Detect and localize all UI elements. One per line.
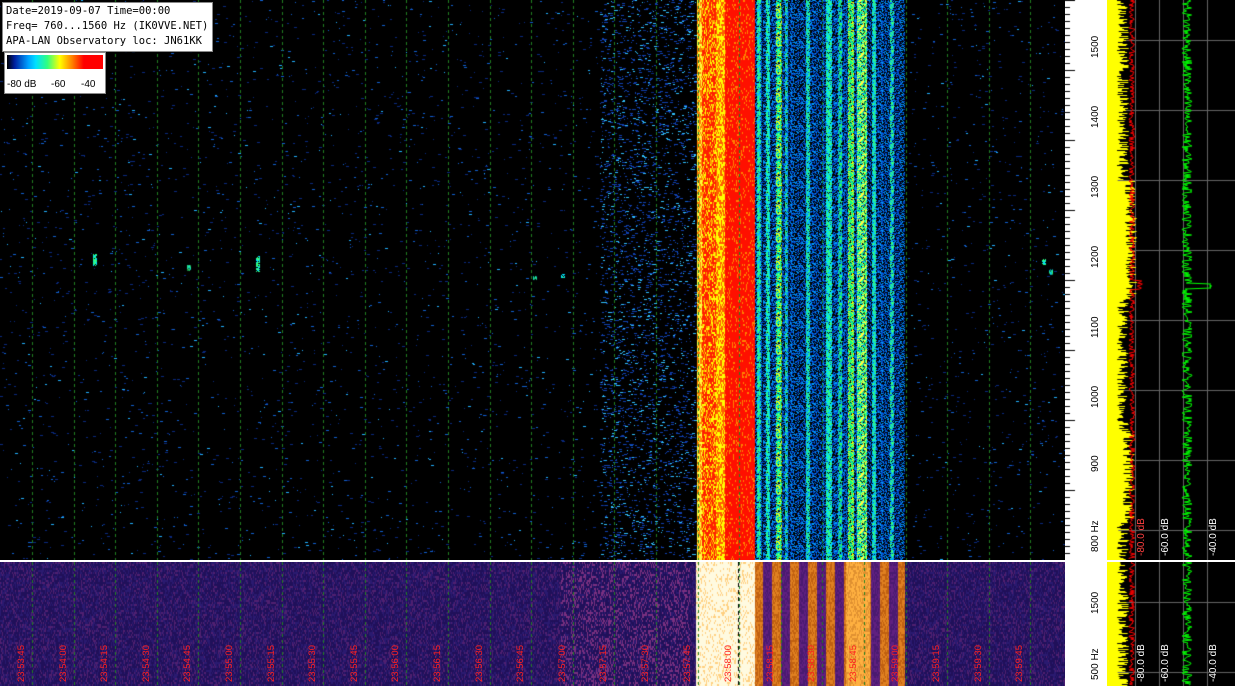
time-label: 23:59:15 [931,645,943,682]
freq-tick-1500: 1500 [1090,35,1101,58]
spectrum-trace-panel [1107,0,1235,560]
time-label: 23:56:00 [390,645,402,682]
time-label: 23:58:30 [806,645,818,682]
spectrum-db-label-40: -40.0 dB [1208,518,1219,556]
time-label: 23:58:45 [848,645,859,682]
time-label: 23:57:30 [640,645,651,682]
lower-frequency-axis: 500 Hz 1500 [1065,562,1107,686]
time-label: 23:55:45 [348,645,360,682]
freq-tick-1200: 1200 [1090,245,1101,268]
info-date-time: Date=2019-09-07 Time=00:00 [6,5,171,17]
freq-tick-1300: 1300 [1090,175,1101,198]
time-label: 23:53:45 [16,645,27,682]
time-label: 23:55:00 [224,645,235,682]
color-scale-label-max: -40 [81,79,96,90]
freq-tick-800: 800 Hz [1090,520,1101,552]
frequency-axis-ticks [1065,0,1107,560]
time-label: 23:54:00 [57,645,69,682]
lower-db-label-40: -40.0 dB [1208,644,1219,682]
time-label: 23:59:30 [972,645,984,682]
color-scale-label-min: -80 dB [7,79,37,90]
time-label: 23:58:00 [723,645,735,682]
time-label: 23:54:45 [182,645,194,682]
freq-tick-1100: 1100 [1090,316,1101,338]
lower-db-label-80: -80.0 dB [1136,644,1147,682]
frequency-axis: 800 Hz 900 1000 1100 1200 1300 1400 1500 [1065,0,1107,560]
time-label: 23:58:15 [764,645,776,682]
info-box: Date=2019-09-07 Time=00:00 Freq= 760...1… [2,2,214,52]
time-label: 23:56:15 [432,645,443,682]
time-label: 23:56:30 [473,645,485,682]
freq-tick-1400: 1400 [1090,105,1101,128]
section-divider [0,560,1235,562]
time-label: 23:57:15 [598,645,610,682]
lower-spectrogram[interactable] [0,562,1065,686]
color-scale-gradient [7,55,103,69]
lower-freq-tick-500: 500 Hz [1090,648,1101,680]
freq-tick-900: 900 [1090,455,1101,472]
color-scale-label-mid: -60 [51,79,66,90]
info-observatory: APA-LAN Observatory loc: JN61KK [6,35,202,47]
time-label: 23:55:30 [307,645,319,682]
time-label: 23:54:30 [140,645,152,682]
time-label: 23:59:45 [1014,645,1026,682]
spectrum-db-label-60: -60.0 dB [1160,518,1171,556]
time-label: 23:57:45 [681,645,693,682]
time-label: 23:54:15 [99,645,111,682]
time-label: 23:56:45 [515,645,527,682]
freq-tick-1000: 1000 [1090,385,1101,408]
lower-freq-tick-1500: 1500 [1090,591,1101,614]
time-label: 23:55:15 [265,645,277,682]
time-label: 23:57:00 [556,645,568,682]
spectrum-db-label-80: -80.0 dB [1136,518,1147,556]
lower-db-label-60: -60.0 dB [1160,644,1171,682]
waterfall-spectrogram[interactable] [0,0,1065,560]
color-scale-legend: -80 dB -60 -40 [4,52,106,94]
time-label: 23:59:00 [889,645,901,682]
info-frequency: Freq= 760...1560 Hz (IK0VVE.NET) [6,20,209,32]
